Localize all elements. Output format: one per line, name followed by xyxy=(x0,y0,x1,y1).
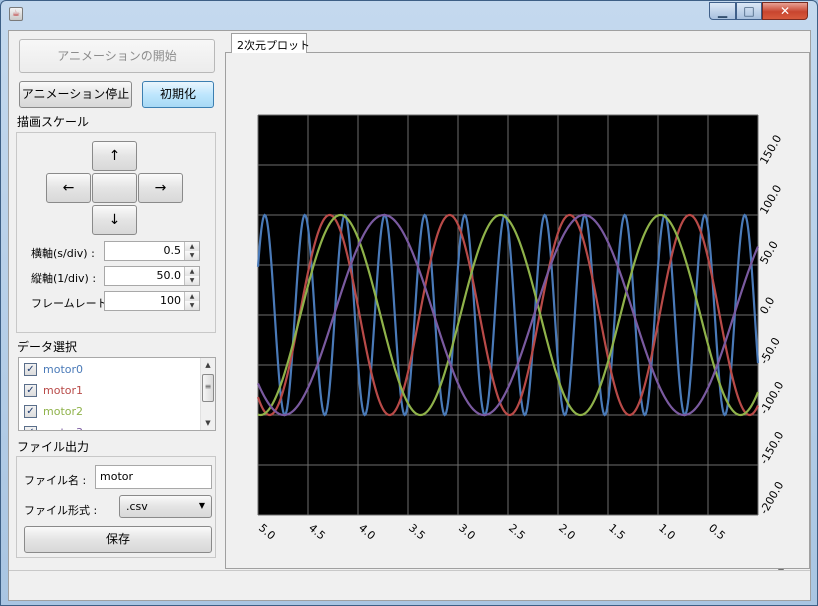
initialize-button[interactable]: 初期化 xyxy=(142,81,214,108)
scale-up-button[interactable]: ↑ xyxy=(92,141,137,171)
horizontal-scale-label: 横軸(s/div) : xyxy=(31,247,95,260)
plot-tab-panel: 5.0 4.5 4.0 3.5 3.0 2.5 2.0 1.5 1.0 0.5 150.0 100.0… xyxy=(225,52,810,586)
stop-animation-button[interactable]: アニメーション停止 xyxy=(19,81,132,108)
series-label: motor3 xyxy=(43,426,83,430)
series-label: motor2 xyxy=(43,405,84,418)
scale-right-button[interactable]: → xyxy=(138,173,183,203)
x-tick-label: 4.0 xyxy=(356,521,378,542)
file-format-select[interactable]: .csv ▼ xyxy=(119,495,212,518)
series-label: motor1 xyxy=(43,384,84,397)
y-tick-label: -50.0 xyxy=(757,335,782,366)
status-bar xyxy=(9,570,810,600)
file-format-label: ファイル形式 : xyxy=(24,504,98,517)
spinner-up-icon[interactable]: ▲ xyxy=(185,292,199,301)
spinner-down-icon[interactable]: ▼ xyxy=(185,276,199,285)
save-button[interactable]: 保存 xyxy=(24,526,212,553)
scale-down-button[interactable]: ↓ xyxy=(92,205,137,235)
y-tick-label: 0.0 xyxy=(757,295,777,317)
maximize-icon: □ xyxy=(743,4,755,18)
x-tick-label: 1.5 xyxy=(606,521,628,542)
y-tick-label: -150.0 xyxy=(757,429,786,466)
file-format-value: .csv xyxy=(126,500,148,513)
x-tick-label: 2.0 xyxy=(556,521,578,542)
file-output-group: ファイル名 : motor ファイル形式 : .csv ▼ 保存 xyxy=(16,456,216,558)
file-name-input[interactable]: motor xyxy=(95,465,212,489)
checkbox-motor2[interactable]: ✓ xyxy=(24,405,37,418)
line-chart: 5.0 4.5 4.0 3.5 3.0 2.5 2.0 1.5 1.0 0.5 150.0 100.0… xyxy=(256,114,786,543)
x-tick-label: 5.0 xyxy=(256,521,278,542)
file-output-label: ファイル出力 xyxy=(17,440,90,454)
x-tick-label: 4.5 xyxy=(306,521,328,542)
checkbox-motor3[interactable]: ✓ xyxy=(24,426,37,430)
chevron-down-icon: ▼ xyxy=(198,501,205,510)
spinner-down-icon[interactable]: ▼ xyxy=(185,251,199,260)
java-app-icon[interactable]: ☕ xyxy=(9,7,23,21)
data-select-label: データ選択 xyxy=(17,340,78,354)
spinner-up-icon[interactable]: ▲ xyxy=(185,267,199,276)
title-bar[interactable]: ☕ ▁ □ ✕ xyxy=(1,1,817,27)
checkbox-motor1[interactable]: ✓ xyxy=(24,384,37,397)
file-name-label: ファイル名 : xyxy=(24,474,87,487)
scale-center-button[interactable] xyxy=(92,173,137,203)
scroll-thumb[interactable]: ≡ xyxy=(202,374,214,402)
y-tick-label: 50.0 xyxy=(757,239,781,267)
data-select-list[interactable]: ✓ motor0 ✓ motor1 ✓ motor2 ✓ motor3 ▲ ≡ … xyxy=(18,357,216,431)
client-area: アニメーションの開始 アニメーション停止 初期化 描画スケール ↑ ← → ↓ … xyxy=(8,30,811,601)
spinner-up-icon[interactable]: ▲ xyxy=(185,242,199,251)
main-window: ☕ ▁ □ ✕ アニメーションの開始 アニメーション停止 初期化 描画スケール … xyxy=(0,0,818,606)
list-scrollbar[interactable]: ▲ ≡ ▼ xyxy=(200,358,215,430)
close-icon: ✕ xyxy=(779,4,791,18)
scroll-up-icon[interactable]: ▲ xyxy=(201,358,215,372)
spinner-down-icon[interactable]: ▼ xyxy=(185,301,199,310)
series-label: motor0 xyxy=(43,363,84,376)
close-button[interactable]: ✕ xyxy=(762,2,808,20)
maximize-button[interactable]: □ xyxy=(736,2,762,20)
y-tick-label: 100.0 xyxy=(757,183,784,217)
minimize-button[interactable]: ▁ xyxy=(709,2,736,20)
plot-area: 5.0 4.5 4.0 3.5 3.0 2.5 2.0 1.5 1.0 0.5 150.0 100.0… xyxy=(256,114,786,543)
framerate-value[interactable]: 100 xyxy=(160,294,181,307)
vertical-scale-label: 縦軸(1/div) : xyxy=(31,272,97,285)
framerate-label: フレームレート : xyxy=(31,297,115,310)
framerate-spinner[interactable]: 100 ▲ ▼ xyxy=(104,291,200,311)
scale-group-label: 描画スケール xyxy=(17,115,90,129)
y-tick-label: -200.0 xyxy=(757,479,786,516)
vertical-scale-value[interactable]: 50.0 xyxy=(157,269,182,282)
x-tick-label: 2.5 xyxy=(506,521,528,542)
y-tick-label: -100.0 xyxy=(757,379,786,416)
start-animation-button[interactable]: アニメーションの開始 xyxy=(19,39,215,73)
x-tick-label: 0.5 xyxy=(706,521,728,542)
horizontal-scale-value[interactable]: 0.5 xyxy=(164,244,182,257)
x-tick-label: 3.5 xyxy=(406,521,428,542)
scroll-down-icon[interactable]: ▼ xyxy=(201,416,215,430)
checkbox-motor0[interactable]: ✓ xyxy=(24,363,37,376)
y-tick-label: 150.0 xyxy=(757,133,784,167)
x-tick-label: 3.0 xyxy=(456,521,478,542)
scale-group: ↑ ← → ↓ 横軸(s/div) : 0.5 ▲ ▼ 縦軸(1/div) : … xyxy=(16,132,216,333)
scale-left-button[interactable]: ← xyxy=(46,173,91,203)
vertical-scale-spinner[interactable]: 50.0 ▲ ▼ xyxy=(104,266,200,286)
horizontal-scale-spinner[interactable]: 0.5 ▲ ▼ xyxy=(104,241,200,261)
x-tick-label: 1.0 xyxy=(656,521,678,542)
tab-2d-plot[interactable]: 2次元プロット xyxy=(231,33,310,53)
minimize-icon: ▁ xyxy=(717,4,728,18)
